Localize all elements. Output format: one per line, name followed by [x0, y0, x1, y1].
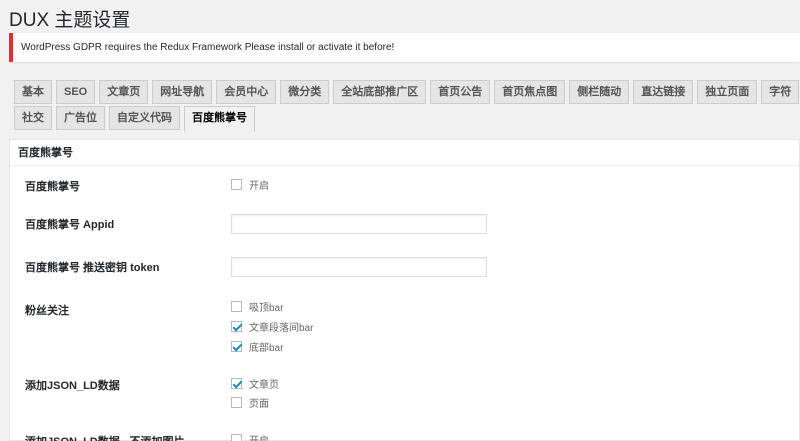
xzh-enable-label: 百度熊掌号	[25, 181, 80, 193]
fans-bottom-bar-label: 底部bar	[249, 343, 284, 354]
tab-characters[interactable]: 字符	[761, 80, 800, 104]
jsonld-post-label: 文章页	[249, 380, 279, 391]
fans-paragraph-bar-label: 文章段落间bar	[249, 323, 314, 334]
settings-tabs: 基本 SEO 文章页 网址导航 会员中心 微分类 全站底部推广区 首页公告 首页…	[14, 80, 800, 132]
tab-seo[interactable]: SEO	[56, 80, 96, 104]
tab-basic[interactable]: 基本	[14, 80, 52, 104]
settings-panel: 百度熊掌号 百度熊掌号 开启 百度熊掌号 Appid 百度熊掌号 推送密钥 to…	[9, 139, 800, 441]
tab-direct-links[interactable]: 直达链接	[633, 80, 694, 104]
jsonld-noimg-label: 添加JSON_LD数据 - 不添加图片	[25, 433, 185, 441]
tab-home-slider[interactable]: 首页焦点图	[494, 80, 566, 104]
tab-post-page[interactable]: 文章页	[99, 80, 149, 104]
jsonld-label: 添加JSON_LD数据	[25, 380, 120, 392]
jsonld-option-page[interactable]: 页面	[231, 395, 269, 410]
token-input[interactable]	[231, 257, 487, 277]
jsonld-option-post[interactable]: 文章页	[231, 376, 279, 391]
jsonld-noimg-option[interactable]: 开启	[231, 432, 269, 441]
gdpr-notice: WordPress GDPR requires the Redux Framew…	[9, 33, 800, 62]
tab-micro-category[interactable]: 微分类	[280, 80, 330, 104]
token-label: 百度熊掌号 推送密钥 token	[25, 262, 160, 274]
tab-footer-promo[interactable]: 全站底部推广区	[333, 80, 427, 104]
fans-option-top-bar[interactable]: 吸顶bar	[231, 299, 283, 314]
notice-text: WordPress GDPR requires the Redux Framew…	[21, 42, 395, 53]
appid-label: 百度熊掌号 Appid	[25, 219, 115, 231]
tab-baidu-xzh[interactable]: 百度熊掌号	[184, 106, 255, 132]
tab-site-nav[interactable]: 网址导航	[152, 80, 213, 104]
tab-row-2: 社交 广告位 自定义代码 百度熊掌号	[14, 106, 800, 132]
fans-label: 粉丝关注	[25, 305, 69, 317]
xzh-enable-option-label: 开启	[249, 181, 269, 192]
tab-social[interactable]: 社交	[14, 106, 52, 130]
fans-top-bar-label: 吸顶bar	[249, 303, 284, 314]
fans-bottom-bar-checkbox[interactable]	[231, 341, 242, 352]
tab-row-1: 基本 SEO 文章页 网址导航 会员中心 微分类 全站底部推广区 首页公告 首页…	[14, 80, 800, 104]
fans-option-paragraph-bar[interactable]: 文章段落间bar	[231, 319, 313, 334]
appid-input[interactable]	[231, 214, 487, 234]
jsonld-noimg-checkbox[interactable]	[231, 434, 242, 441]
tab-ads[interactable]: 广告位	[56, 106, 105, 130]
jsonld-noimg-option-label: 开启	[249, 432, 269, 441]
fans-option-bottom-bar[interactable]: 底部bar	[231, 339, 283, 354]
jsonld-page-checkbox[interactable]	[231, 397, 242, 408]
jsonld-post-checkbox[interactable]	[231, 378, 242, 389]
fans-paragraph-bar-checkbox[interactable]	[231, 321, 242, 332]
page-title: DUX 主题设置	[9, 10, 131, 31]
tab-member-center[interactable]: 会员中心	[216, 80, 277, 104]
xzh-enable-checkbox[interactable]	[231, 179, 242, 190]
xzh-enable-option[interactable]: 开启	[231, 177, 269, 192]
panel-header: 百度熊掌号	[10, 140, 799, 166]
fans-top-bar-checkbox[interactable]	[231, 301, 242, 312]
tab-standalone-page[interactable]: 独立页面	[697, 80, 758, 104]
jsonld-page-label: 页面	[249, 399, 269, 410]
tab-sticky-sidebar[interactable]: 侧栏随动	[569, 80, 630, 104]
tab-home-notice[interactable]: 首页公告	[430, 80, 491, 104]
tab-custom-code[interactable]: 自定义代码	[109, 106, 180, 130]
